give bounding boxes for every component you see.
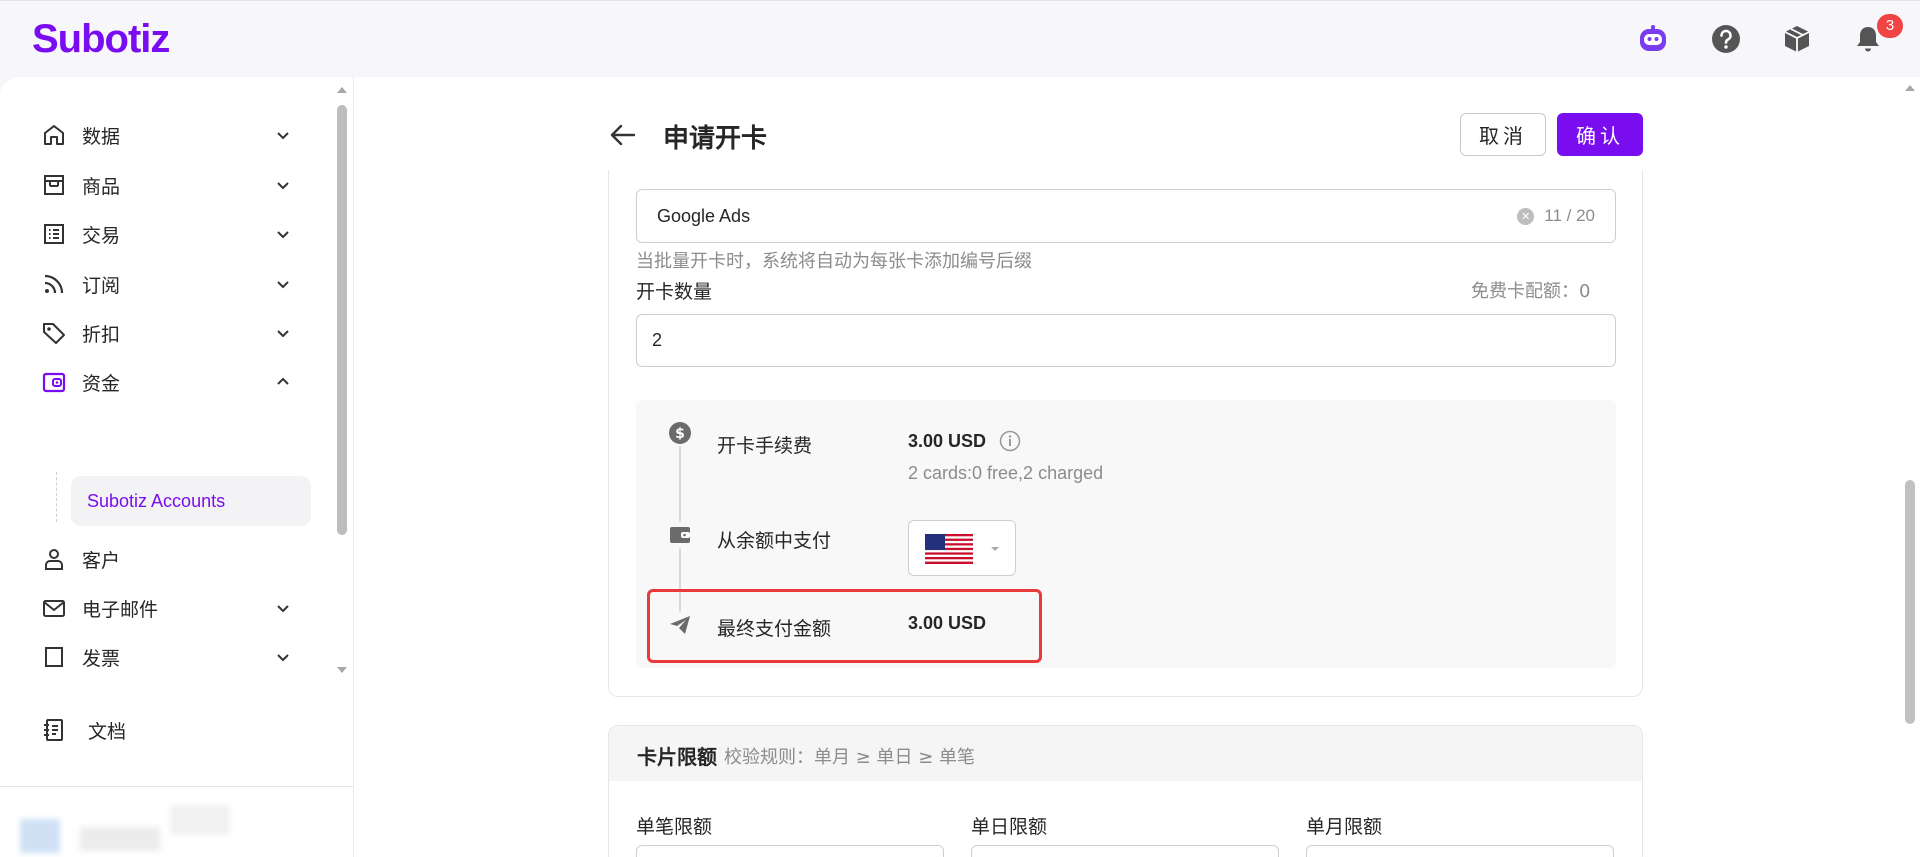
sidebar-item-label: 资金 [82,372,121,395]
sidebar-item-label: 折扣 [82,323,121,346]
sidebar-scroll-thumb[interactable] [337,105,347,535]
sidebar-item-label: 数据 [82,125,121,148]
fee-value: 3.00 USD [908,431,987,451]
page-scroll-thumb[interactable] [1905,480,1915,724]
user-icon [40,545,68,573]
chevron-down-icon [277,281,289,289]
document-icon [40,716,68,744]
highlight-box [647,589,1042,663]
home-icon [40,121,68,149]
sidebar-subitem-subotiz-accounts[interactable]: Subotiz Accounts [71,476,311,526]
sidebar-item-label: 客户 [82,549,121,572]
char-count: 11 / 20 [1544,206,1595,225]
scroll-up-icon[interactable] [334,83,350,95]
page-title: 申请开卡 [663,124,768,154]
confirm-button[interactable]: 确认 [1557,113,1643,156]
sidebar-item-customers[interactable]: 客户 [40,537,300,581]
invoice-icon [40,643,68,671]
app-logo[interactable]: Subotiz [32,17,170,62]
mail-icon [40,594,68,622]
chevron-down-icon [277,605,289,613]
currency-select[interactable] [908,520,1016,576]
chevron-down-icon [277,654,289,662]
notification-badge: 3 [1877,14,1903,38]
sidebar-divider [0,786,354,787]
wallet-small-icon [667,522,693,548]
card-name-input[interactable]: Google Ads ✕ 11 / 20 [636,189,1616,243]
sidebar-item-subscriptions[interactable]: 订阅 [40,262,300,306]
sidebar-scrollbar[interactable] [334,83,350,683]
sidebar-nav: 数据 商品 交易 订阅 折扣 资金 Subotiz Accounts 客户 电子… [0,77,354,677]
card-limits-section: 卡片限额 校验规则：单月 ≥ 单日 ≥ 单笔 [608,725,1643,857]
cancel-button[interactable]: 取消 [1460,113,1546,156]
caret-down-icon [991,547,999,551]
sidebar-item-label: 订阅 [82,274,121,297]
tag-icon [40,319,68,347]
card-limits-title: 卡片限额 [637,745,717,769]
user-name-redacted [80,827,160,851]
list-icon [40,220,68,248]
sidebar-item-transactions[interactable]: 交易 [40,212,300,256]
chevron-down-icon [277,330,289,338]
quantity-label: 开卡数量 [636,281,713,303]
clear-icon[interactable]: ✕ [1517,207,1535,225]
package-icon[interactable] [1781,23,1813,55]
sidebar-item-invoices[interactable]: 发票 [40,635,300,677]
chevron-down-icon [277,132,289,140]
store-icon [40,171,68,199]
sidebar: 数据 商品 交易 订阅 折扣 资金 Subotiz Accounts 客户 电子… [0,77,354,857]
user-avatar[interactable] [20,819,60,853]
sidebar-item-funds[interactable]: 资金 [40,360,300,404]
monthly-limit-label: 单月限额 [1306,816,1383,838]
sidebar-item-docs[interactable]: 文档 [40,708,300,752]
card-limits-rule: 校验规则：单月 ≥ 单日 ≥ 单笔 [724,747,976,768]
card-name-value: Google Ads [657,205,751,226]
scroll-up-icon[interactable] [1900,81,1920,93]
monthly-limit-input[interactable] [1306,845,1614,857]
info-icon[interactable] [999,430,1021,452]
dollar-coin-icon: $ [667,420,693,446]
free-quota-text: 免费卡配额：0 [1471,281,1591,302]
submenu-guide-line [56,472,57,522]
page-scrollbar[interactable] [1900,77,1920,857]
sidebar-item-label: 文档 [88,720,127,743]
chevron-down-icon [277,231,289,239]
quantity-input[interactable]: 2 [636,314,1616,367]
scroll-down-icon[interactable] [334,665,350,677]
sidebar-item-data[interactable]: 数据 [40,113,300,157]
user-info-redacted [170,805,230,835]
rss-icon [40,270,68,298]
daily-limit-label: 单日限额 [971,816,1048,838]
sidebar-item-email[interactable]: 电子邮件 [40,586,300,630]
sidebar-item-label: 电子邮件 [82,598,159,621]
chevron-down-icon [277,182,289,190]
per-transaction-limit-label: 单笔限额 [636,816,713,838]
fee-detail: 2 cards:0 free,2 charged [908,463,1104,483]
us-flag-icon [925,534,973,564]
help-icon[interactable] [1710,23,1742,55]
per-transaction-limit-input[interactable] [636,845,944,857]
top-bar: Subotiz 3 [0,0,1920,77]
fee-label: 开卡手续费 [717,435,813,457]
card-limits-header: 卡片限额 校验规则：单月 ≥ 单日 ≥ 单笔 [609,726,1642,781]
batch-suffix-hint: 当批量开卡时，系统将自动为每张卡添加编号后缀 [636,251,1032,272]
sidebar-item-label: 交易 [82,224,121,247]
sidebar-item-label: 发票 [82,647,121,670]
daily-limit-input[interactable] [971,845,1279,857]
sidebar-item-discounts[interactable]: 折扣 [40,311,300,355]
chevron-up-icon [277,377,289,385]
pay-from-balance-label: 从余额中支付 [717,530,832,552]
sidebar-item-label: 商品 [82,175,121,198]
sidebar-item-products[interactable]: 商品 [40,163,300,207]
svg-text:$: $ [675,426,685,442]
back-arrow-icon[interactable] [608,120,638,150]
wallet-icon [40,368,68,396]
assistant-bot-icon[interactable] [1637,23,1669,55]
